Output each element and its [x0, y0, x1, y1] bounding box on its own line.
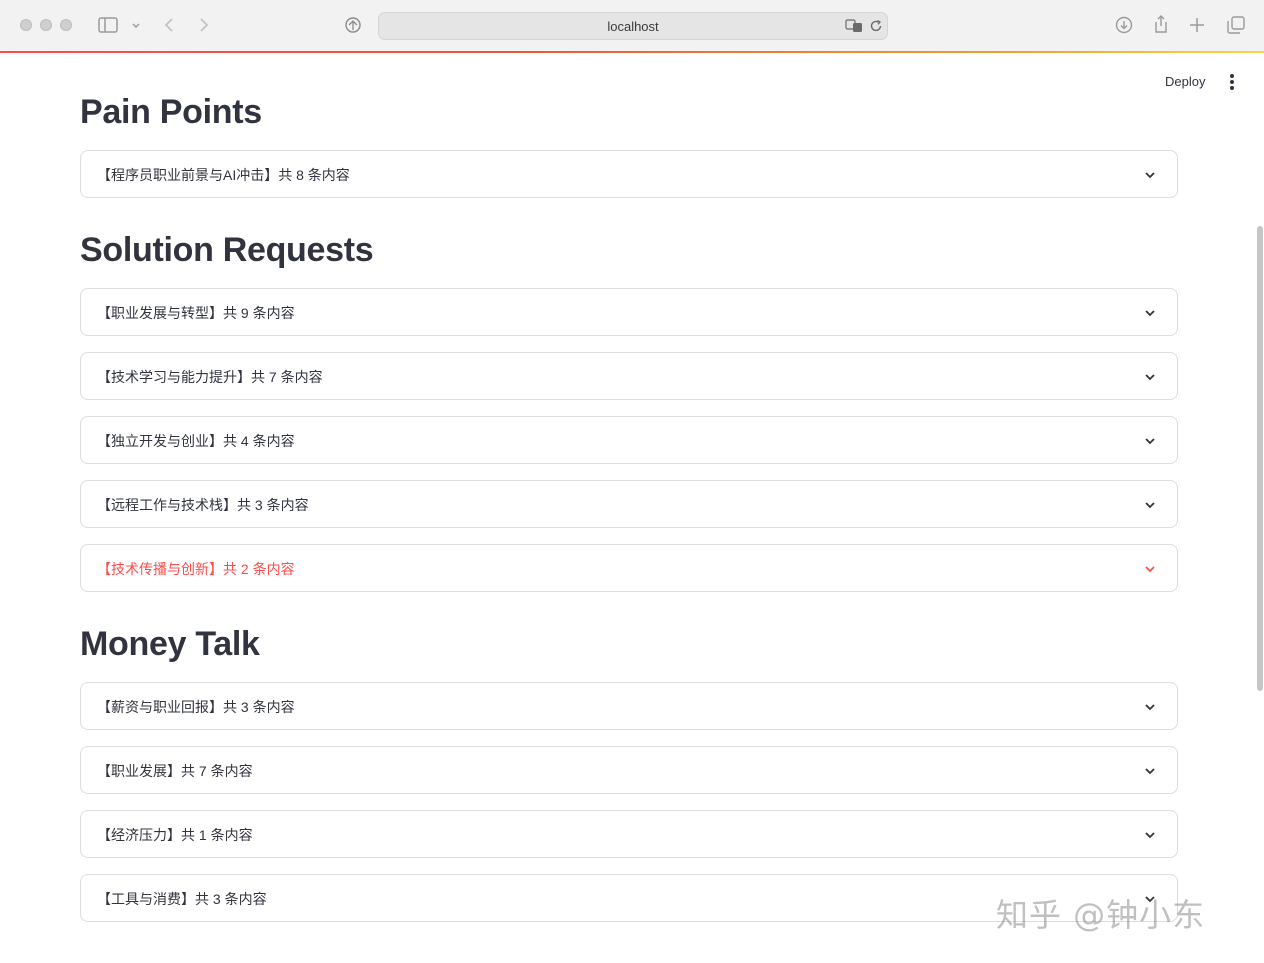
expander[interactable]: 【职业发展】共 7 条内容	[80, 746, 1178, 794]
expander-hovered[interactable]: 【技术传播与创新】共 2 条内容	[80, 544, 1178, 592]
close-window-button[interactable]	[20, 19, 32, 31]
section-title: Money Talk	[80, 625, 260, 663]
page-scrollbar[interactable]	[1254, 53, 1264, 963]
expander-label: 【职业发展与转型】共 9 条内容	[97, 305, 295, 321]
expander-label: 【工具与消费】共 3 条内容	[97, 891, 267, 907]
chevron-down-icon	[1143, 306, 1157, 320]
section-pain-points: Pain Points 【程序员职业前景与AI冲击】共 8 条内容	[80, 90, 1178, 198]
address-bar[interactable]: localhost	[378, 12, 888, 40]
expander[interactable]: 【技术学习与能力提升】共 7 条内容	[80, 352, 1178, 400]
chevron-down-icon	[1143, 434, 1157, 448]
section-title: Pain Points	[80, 93, 262, 131]
chevron-down-icon	[1143, 700, 1157, 714]
reload-icon[interactable]	[869, 19, 883, 36]
chevron-down-icon	[1143, 498, 1157, 512]
zoom-window-button[interactable]	[60, 19, 72, 31]
forward-icon[interactable]	[199, 17, 209, 37]
privacy-shield-icon[interactable]	[344, 16, 362, 38]
expander-label: 【职业发展】共 7 条内容	[97, 763, 253, 779]
expander-label: 【程序员职业前景与AI冲击】共 8 条内容	[97, 167, 350, 183]
expander-label: 【经济压力】共 1 条内容	[97, 827, 253, 843]
watermark-text: 知乎 @钟小东	[996, 896, 1206, 934]
expander-label: 【薪资与职业回报】共 3 条内容	[97, 699, 295, 715]
main-content: Pain Points 【程序员职业前景与AI冲击】共 8 条内容 Soluti…	[80, 90, 1178, 952]
new-tab-icon[interactable]	[1189, 17, 1205, 37]
sidebar-toggle-icon[interactable]	[98, 17, 118, 37]
scrollbar-thumb[interactable]	[1257, 226, 1263, 691]
chevron-down-icon	[1143, 764, 1157, 778]
expander[interactable]: 【程序员职业前景与AI冲击】共 8 条内容	[80, 150, 1178, 198]
expander[interactable]: 【薪资与职业回报】共 3 条内容	[80, 682, 1178, 730]
download-icon[interactable]	[1115, 16, 1133, 38]
chevron-down-icon	[1143, 168, 1157, 182]
main-menu-icon[interactable]	[1226, 72, 1238, 92]
url-text: localhost	[607, 19, 659, 34]
chevron-down-icon	[1143, 562, 1157, 576]
section-solution-requests: Solution Requests 【职业发展与转型】共 9 条内容 【技术学习…	[80, 228, 1178, 592]
translate-icon[interactable]	[845, 19, 863, 36]
section-title: Solution Requests	[80, 231, 374, 269]
section-money-talk: Money Talk 【薪资与职业回报】共 3 条内容 【职业发展】共 7 条内…	[80, 622, 1178, 922]
expander-label: 【远程工作与技术栈】共 3 条内容	[97, 497, 309, 513]
app-header-decoration	[0, 51, 1264, 53]
expander[interactable]: 【经济压力】共 1 条内容	[80, 810, 1178, 858]
minimize-window-button[interactable]	[40, 19, 52, 31]
expander-label: 【技术学习与能力提升】共 7 条内容	[97, 369, 323, 385]
expander-label: 【技术传播与创新】共 2 条内容	[97, 561, 295, 577]
expander[interactable]: 【远程工作与技术栈】共 3 条内容	[80, 480, 1178, 528]
chevron-down-icon[interactable]	[131, 19, 141, 35]
browser-toolbar: localhost	[0, 0, 1264, 52]
expander[interactable]: 【独立开发与创业】共 4 条内容	[80, 416, 1178, 464]
share-icon[interactable]	[1153, 14, 1169, 38]
back-icon[interactable]	[164, 17, 174, 37]
expander-label: 【独立开发与创业】共 4 条内容	[97, 433, 295, 449]
chevron-down-icon	[1143, 828, 1157, 842]
chevron-down-icon	[1143, 370, 1157, 384]
tab-overview-icon[interactable]	[1227, 16, 1245, 38]
expander[interactable]: 【职业发展与转型】共 9 条内容	[80, 288, 1178, 336]
